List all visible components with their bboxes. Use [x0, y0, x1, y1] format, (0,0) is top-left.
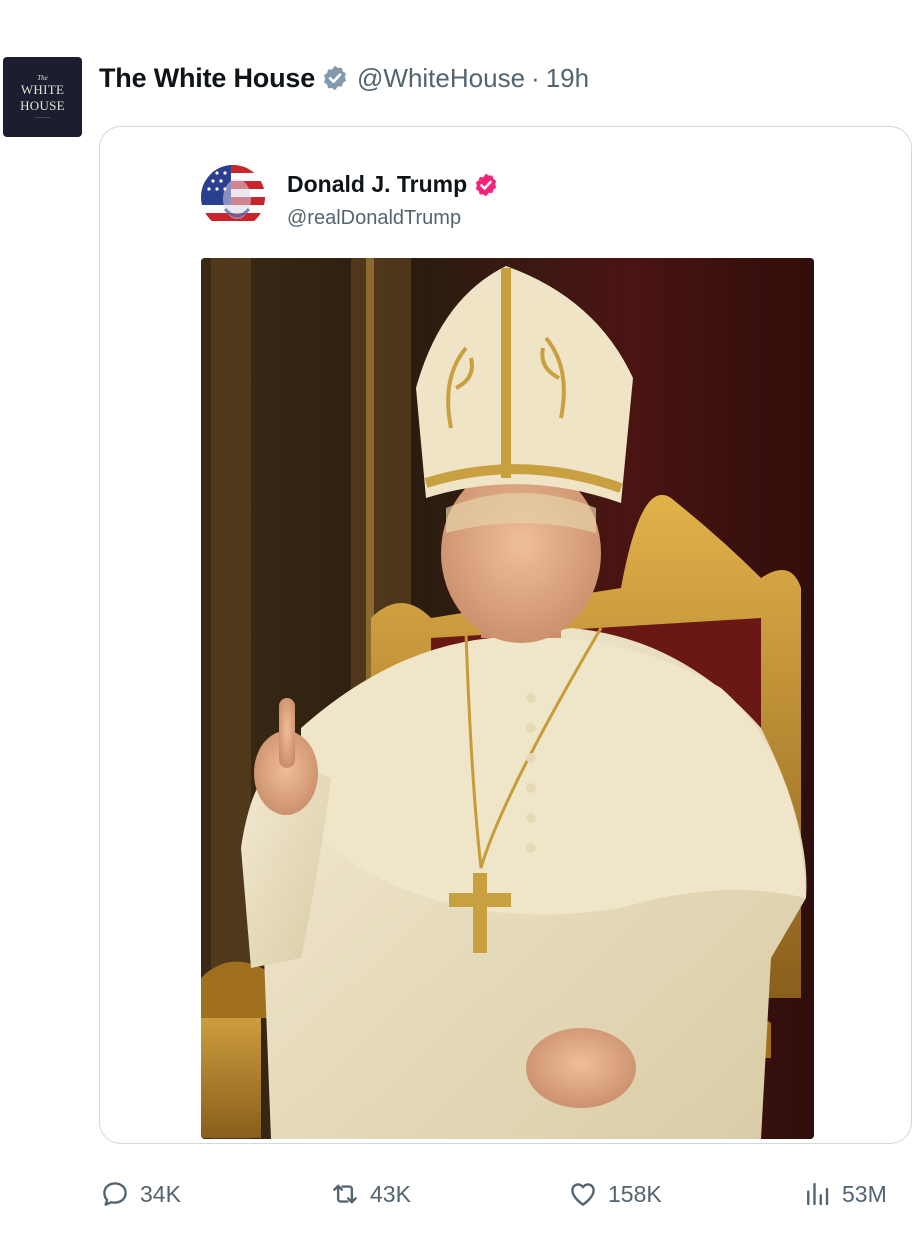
repost-count: 43K [370, 1180, 411, 1207]
like-count: 158K [608, 1180, 662, 1207]
like-button[interactable]: 158K [568, 1170, 662, 1218]
avatar-text-the: The [37, 73, 48, 82]
views-button[interactable]: 53M [802, 1170, 887, 1218]
view-count: 53M [842, 1180, 887, 1207]
quoted-author-handle[interactable]: @realDonaldTrump [287, 207, 461, 230]
views-icon [807, 1182, 829, 1206]
avatar-text-house: HOUSE [20, 97, 65, 113]
avatar-text-white: WHITE [20, 81, 65, 97]
post-image[interactable] [201, 258, 814, 1139]
quoted-author-avatar[interactable] [201, 165, 265, 229]
reply-icon [103, 1182, 127, 1206]
quoted-author-row: Donald J. Trump [287, 171, 499, 198]
whitehouse-avatar[interactable]: The WHITE HOUSE ——— [3, 57, 82, 137]
repost-button[interactable]: 43K [330, 1170, 411, 1218]
author-display-name[interactable]: The White House [99, 63, 315, 94]
reply-button[interactable]: 34K [100, 1170, 181, 1218]
author-handle[interactable]: @WhiteHouse [357, 63, 525, 94]
post-image-illustration [201, 258, 814, 1139]
separator-dot: · [531, 62, 540, 93]
like-icon [571, 1183, 595, 1206]
repost-icon [333, 1184, 357, 1204]
post-timestamp[interactable]: 19h [546, 63, 589, 94]
avatar-decoration: ——— [35, 115, 50, 121]
quoted-post-card[interactable]: Donald J. Trump @realDonaldTrump [99, 126, 912, 1144]
quoted-author-display-name[interactable]: Donald J. Trump [287, 171, 467, 198]
verified-badge-icon[interactable] [321, 64, 349, 92]
verified-badge-icon[interactable] [473, 172, 499, 198]
post-header: The White House @WhiteHouse · 19h [99, 58, 589, 98]
post-action-bar: 34K 43K 158K 53M [0, 1170, 916, 1218]
reply-count: 34K [140, 1180, 181, 1207]
